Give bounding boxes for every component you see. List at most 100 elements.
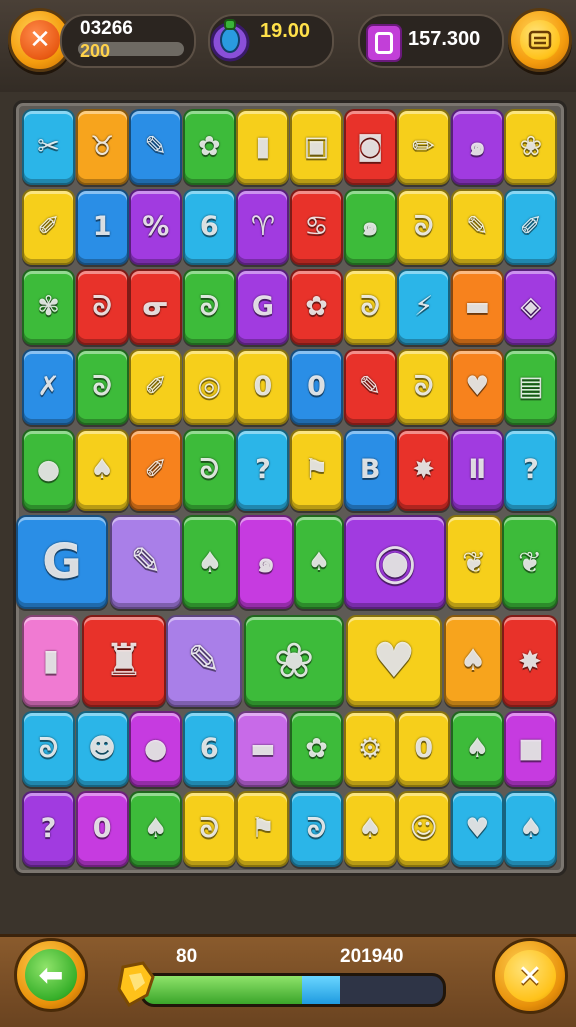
tile-r2-c2[interactable]: ᓂ [129,269,183,345]
tile-r1-c0[interactable]: ✐ [22,189,75,265]
tile-r4-c3[interactable]: ᘐ [182,429,236,511]
tile-glyph: ● [143,732,168,764]
tile-r1-c1[interactable]: 1 [75,189,129,265]
tile-glyph: ✿ [198,130,221,162]
close-button-bottom[interactable]: ✕ [492,938,568,1014]
game-board: ✂ ♉ ✎ ✿ ▮ ▣ ◙ ✏ ๑ ❀ ✐ 1% 6 ♈ ♋ ๑ ᘐ ✎ ✐ ✾ ᘐ ᓂ ᘐ G ✿ ᘐ ⚡ ▬ ◈ ✗ ᘐ ✐ ◎ 0 0 ✎ ᘐ ♥ ▤… [13,100,567,876]
tile-r2-c8[interactable]: ▬ [450,269,504,345]
tile-r7-c8[interactable]: ♠ [450,711,504,787]
tile-r2-c0[interactable]: ✾ [22,269,75,345]
tile-r3-c8[interactable]: ♥ [450,349,504,425]
tile-r4-c4[interactable]: ? [236,429,290,511]
tile-r5-c3[interactable]: ๑ [238,515,294,609]
tile-r6-c0[interactable]: ▮ [22,615,80,707]
tile-glyph: ✐ [519,210,543,242]
tile-r7-c6[interactable]: ⚙ [343,711,397,787]
tile-r2-c7[interactable]: ⚡ [397,269,451,345]
tile-r8-c9[interactable]: ♠ [504,791,558,867]
tile-r3-c7[interactable]: ᘐ [397,349,451,425]
tile-r6-c4[interactable]: ♥ [346,615,442,707]
tile-r4-c6[interactable]: B [343,429,397,511]
tile-r6-c2[interactable]: ✎ [166,615,242,707]
tile-r2-c6[interactable]: ᘐ [343,269,397,345]
tile-r7-c3[interactable]: 6 [182,711,236,787]
tile-glyph: G [251,290,274,322]
tile-r0-c4[interactable]: ▮ [236,109,290,185]
tile-r2-c4[interactable]: G [236,269,290,345]
tile-r7-c9[interactable]: ■ [504,711,558,787]
tile-r7-c4[interactable]: ▬ [236,711,290,787]
tile-r0-c9[interactable]: ❀ [504,109,558,185]
tile-r0-c7[interactable]: ✏ [397,109,451,185]
tile-r1-c9[interactable]: ✐ [504,189,558,265]
tile-r4-c0[interactable]: ● [22,429,75,511]
tile-r1-c8[interactable]: ✎ [450,189,504,265]
tile-r8-c4[interactable]: ⚑ [236,791,290,867]
tile-r8-c1[interactable]: 0 [75,791,129,867]
tile-r0-c3[interactable]: ✿ [182,109,236,185]
tile-r5-c1[interactable]: ✎ [110,515,182,609]
tile-r4-c1[interactable]: ♠ [75,429,129,511]
tile-r7-c5[interactable]: ✿ [290,711,343,787]
tile-r5-c4[interactable]: ♠ [294,515,344,609]
tile-r3-c2[interactable]: ✐ [129,349,183,425]
tile-r8-c6[interactable]: ♠ [343,791,397,867]
tile-r7-c0[interactable]: ᘐ [22,711,75,787]
tile-r3-c5[interactable]: 0 [290,349,343,425]
tile-r5-c2[interactable]: ♠ [182,515,238,609]
tile-r3-c0[interactable]: ✗ [22,349,75,425]
tile-r7-c1[interactable]: ☻ [75,711,129,787]
tile-r8-c3[interactable]: ᘐ [182,791,236,867]
tile-r3-c1[interactable]: ᘐ [75,349,129,425]
tile-r1-c4[interactable]: ♈ [236,189,290,265]
tile-r4-c8[interactable]: Ⅱ [450,429,504,511]
tile-r2-c3[interactable]: ᘐ [182,269,236,345]
tile-r0-c8[interactable]: ๑ [450,109,504,185]
tile-r8-c5[interactable]: ᘐ [290,791,343,867]
tile-r3-c3[interactable]: ◎ [182,349,236,425]
tile-r1-c7[interactable]: ᘐ [397,189,451,265]
tile-glyph: ✸ [412,453,435,485]
close-icon: ✕ [504,950,556,1002]
tile-r8-c2[interactable]: ♠ [129,791,183,867]
tile-r2-c1[interactable]: ᘐ [75,269,129,345]
tile-r3-c4[interactable]: 0 [236,349,290,425]
tile-r5-c0[interactable]: G [16,515,108,609]
tile-r4-c7[interactable]: ✸ [397,429,451,511]
tile-r0-c2[interactable]: ✎ [129,109,183,185]
tile-glyph: ☺ [409,812,438,844]
tile-r5-c5[interactable]: ◉ [344,515,446,609]
tile-r1-c2[interactable]: % [129,189,183,265]
tile-r2-c9[interactable]: ◈ [504,269,558,345]
tile-r6-c1[interactable]: ♜ [82,615,166,707]
tile-glyph: ◈ [520,290,542,322]
tile-r6-c5[interactable]: ♠ [444,615,502,707]
tile-r3-c9[interactable]: ▤ [504,349,558,425]
tile-glyph: G [42,533,82,590]
tile-r7-c2[interactable]: ● [129,711,183,787]
tile-r6-c6[interactable]: ✸ [502,615,558,707]
tile-r2-c5[interactable]: ✿ [290,269,343,345]
tile-r4-c9[interactable]: ? [504,429,558,511]
tile-r1-c3[interactable]: 6 [182,189,236,265]
tile-r0-c1[interactable]: ♉ [75,109,129,185]
tile-r0-c5[interactable]: ▣ [290,109,343,185]
tile-r4-c2[interactable]: ✐ [129,429,183,511]
tile-r7-c7[interactable]: 0 [397,711,451,787]
tile-r5-c7[interactable]: ❦ [502,515,558,609]
tile-r1-c6[interactable]: ๑ [343,189,397,265]
back-button[interactable]: ⬅ [14,938,88,1012]
tile-r8-c0[interactable]: ? [22,791,75,867]
tile-glyph: ♠ [143,812,168,844]
tile-r8-c8[interactable]: ♥ [450,791,504,867]
tile-r0-c6[interactable]: ◙ [343,109,397,185]
tile-r6-c3[interactable]: ❀ [244,615,344,707]
tile-r8-c7[interactable]: ☺ [397,791,451,867]
tile-r4-c5[interactable]: ⚑ [290,429,343,511]
tile-r0-c0[interactable]: ✂ [22,109,75,185]
tile-r1-c5[interactable]: ♋ [290,189,343,265]
tile-r3-c6[interactable]: ✎ [343,349,397,425]
tile-r5-c6[interactable]: ❦ [446,515,502,609]
back-arrow-icon: ⬅ [25,949,77,1001]
menu-button[interactable] [508,8,572,72]
